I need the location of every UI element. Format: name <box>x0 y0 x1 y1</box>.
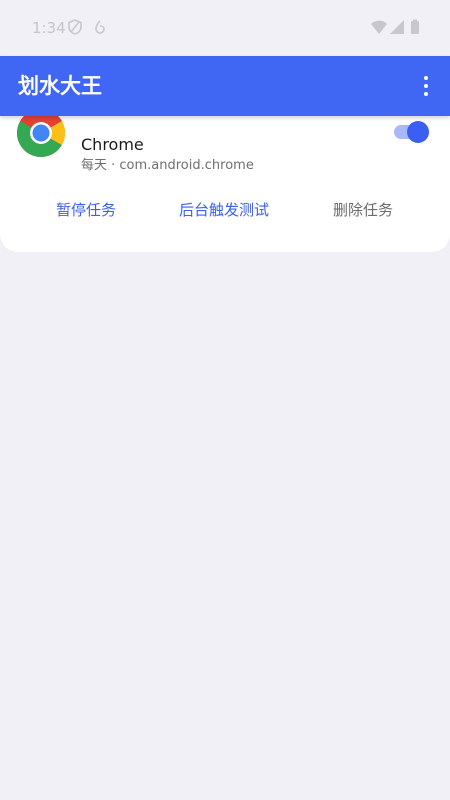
delete-task-button[interactable]: 删除任务 <box>333 196 393 224</box>
task-enabled-toggle[interactable] <box>392 119 430 145</box>
shield-icon <box>68 19 82 35</box>
task-subtitle: 每天 · com.android.chrome <box>81 158 254 173</box>
wifi-icon <box>371 20 387 34</box>
menu-dot <box>424 92 428 96</box>
task-actions: 暂停任务 后台触发测试 删除任务 <box>0 196 450 224</box>
settings-small-icon <box>95 20 105 34</box>
menu-dot <box>424 84 428 88</box>
more-vert-icon[interactable] <box>410 70 442 102</box>
background-trigger-test-button[interactable]: 后台触发测试 <box>179 196 269 224</box>
toggle-thumb <box>407 121 429 143</box>
battery-icon <box>411 19 419 34</box>
app-name: Chrome <box>81 135 144 154</box>
signal-icon <box>390 20 404 34</box>
pause-task-button[interactable]: 暂停任务 <box>56 196 116 224</box>
status-bar: 1:34 <box>0 0 450 56</box>
status-time: 1:34 <box>32 19 66 37</box>
menu-dot <box>424 76 428 80</box>
app-title: 划水大王 <box>18 74 102 98</box>
app-bar: 划水大王 <box>0 56 450 116</box>
